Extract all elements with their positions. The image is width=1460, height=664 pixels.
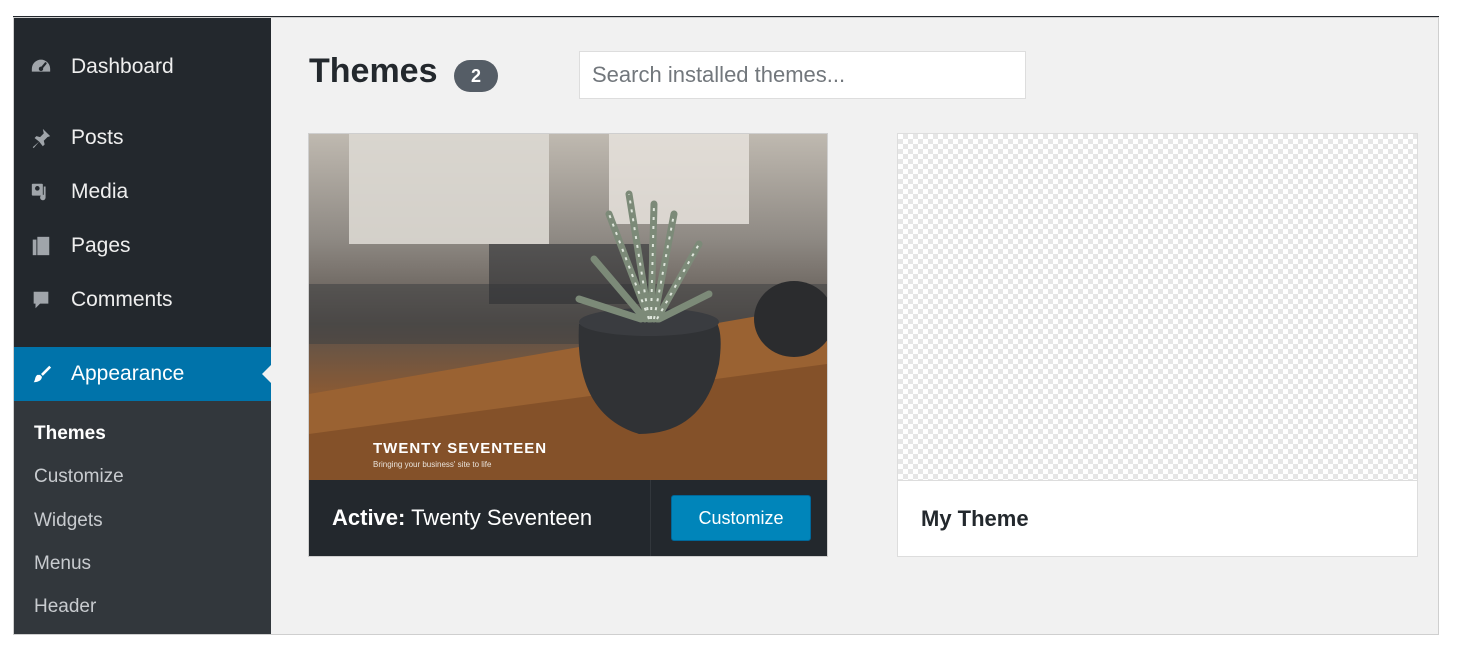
- submenu-item-customize[interactable]: Customize: [34, 466, 124, 488]
- theme-screenshot[interactable]: TWENTY SEVENTEEN Bringing your business'…: [309, 134, 827, 480]
- dashboard-icon: [29, 55, 53, 79]
- theme-info-bar: Active: Twenty Seventeen Customize: [309, 480, 827, 556]
- sidebar-item-label: Appearance: [71, 362, 185, 385]
- active-theme-name: Active: Twenty Seventeen: [332, 505, 592, 531]
- active-menu-arrow: [262, 365, 271, 383]
- sidebar-item-label: Dashboard: [71, 55, 174, 78]
- media-icon: [29, 180, 53, 204]
- sidebar-item-label: Pages: [71, 234, 131, 257]
- sidebar-item-comments[interactable]: Comments: [14, 277, 271, 323]
- theme-card-my-theme[interactable]: My Theme: [897, 133, 1418, 557]
- comments-icon: [29, 288, 53, 312]
- sidebar-item-posts[interactable]: Posts: [14, 115, 271, 161]
- theme-info-bar: My Theme: [898, 480, 1417, 556]
- paintbrush-icon: [29, 362, 53, 386]
- active-label: Active:: [332, 505, 406, 530]
- theme-screenshot-title: TWENTY SEVENTEEN: [373, 440, 548, 457]
- submenu-item-header[interactable]: Header: [34, 596, 96, 618]
- sidebar-item-label: Comments: [71, 288, 173, 311]
- admin-sidebar: Dashboard Posts Media Pages Comments App…: [14, 18, 271, 634]
- divider: [650, 480, 651, 556]
- submenu-item-menus[interactable]: Menus: [34, 553, 91, 575]
- page-title: Themes: [309, 52, 438, 90]
- submenu-item-widgets[interactable]: Widgets: [34, 510, 103, 532]
- sidebar-item-media[interactable]: Media: [14, 169, 271, 215]
- customize-button[interactable]: Customize: [671, 495, 811, 541]
- theme-count-badge: 2: [454, 60, 498, 92]
- pages-icon: [29, 234, 53, 258]
- appearance-submenu: Themes Customize Widgets Menus Header: [14, 401, 271, 634]
- sidebar-item-label: Posts: [71, 126, 124, 149]
- search-themes-input[interactable]: [579, 51, 1026, 99]
- pin-icon: [29, 126, 53, 150]
- theme-name: My Theme: [921, 505, 1029, 531]
- theme-screenshot-subtitle: Bringing your business' site to life: [373, 460, 492, 469]
- theme-name: Twenty Seventeen: [411, 505, 593, 530]
- submenu-item-themes[interactable]: Themes: [34, 423, 106, 445]
- sidebar-item-dashboard[interactable]: Dashboard: [14, 44, 271, 90]
- sidebar-item-pages[interactable]: Pages: [14, 223, 271, 269]
- sidebar-item-label: Media: [71, 180, 129, 203]
- theme-screenshot-placeholder[interactable]: [898, 134, 1417, 480]
- sidebar-item-appearance[interactable]: Appearance: [14, 347, 271, 401]
- theme-card-twenty-seventeen[interactable]: TWENTY SEVENTEEN Bringing your business'…: [308, 133, 828, 557]
- admin-window: Dashboard Posts Media Pages Comments App…: [13, 17, 1439, 635]
